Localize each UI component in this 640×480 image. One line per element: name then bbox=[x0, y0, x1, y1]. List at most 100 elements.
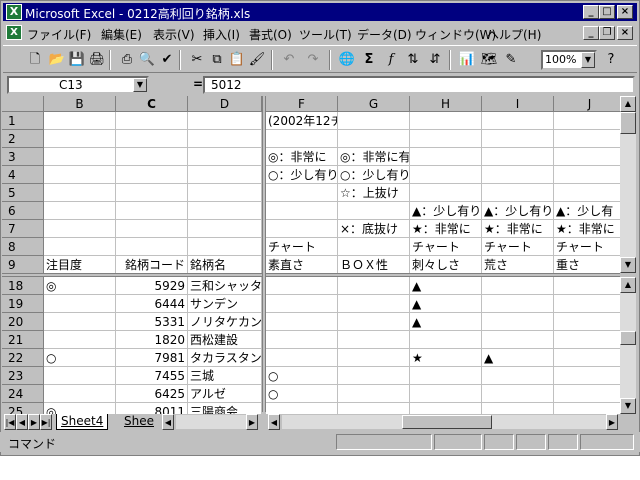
cell-f20[interactable] bbox=[266, 313, 338, 331]
cell-i22[interactable]: ▲ bbox=[482, 349, 554, 367]
scroll-down-icon[interactable]: ▼ bbox=[620, 398, 636, 414]
menu-insert[interactable]: 挿入(I) bbox=[203, 26, 240, 43]
cell-h7[interactable]: ★：非常に bbox=[410, 220, 482, 238]
cell-h21[interactable] bbox=[410, 331, 482, 349]
hscroll-right-icon[interactable]: ▶ bbox=[606, 414, 618, 430]
cell-j1[interactable] bbox=[554, 112, 620, 130]
cell-d7[interactable] bbox=[188, 220, 262, 238]
cell-b5[interactable] bbox=[44, 184, 116, 202]
cell-g22[interactable] bbox=[338, 349, 410, 367]
cell-f2[interactable] bbox=[266, 130, 338, 148]
column-header-j[interactable]: J bbox=[554, 96, 620, 112]
row-header[interactable]: 2 bbox=[2, 130, 44, 148]
cell-d19[interactable]: サンデン bbox=[188, 295, 262, 313]
chevron-down-icon[interactable]: ▼ bbox=[133, 78, 147, 92]
cell-g19[interactable] bbox=[338, 295, 410, 313]
chart-wizard-icon[interactable]: 📊 bbox=[457, 50, 477, 70]
cell-j23[interactable] bbox=[554, 367, 620, 385]
cell-d23[interactable]: 三城 bbox=[188, 367, 262, 385]
menu-help[interactable]: ヘルプ(H) bbox=[487, 26, 541, 43]
cell-i21[interactable] bbox=[482, 331, 554, 349]
cell-g1[interactable] bbox=[338, 112, 410, 130]
new-icon[interactable]: 🗋 bbox=[25, 50, 45, 70]
cell-f6[interactable] bbox=[266, 202, 338, 220]
cell-i9[interactable]: 荒さ bbox=[482, 256, 554, 273]
cell-b19[interactable] bbox=[44, 295, 116, 313]
cell-j7[interactable]: ★：非常に bbox=[554, 220, 620, 238]
cell-c6[interactable] bbox=[116, 202, 188, 220]
cell-g20[interactable] bbox=[338, 313, 410, 331]
cell-j9[interactable]: 重さ bbox=[554, 256, 620, 273]
autosum-icon[interactable]: Σ bbox=[359, 50, 379, 70]
prev-sheet-icon[interactable]: ◀ bbox=[16, 414, 28, 430]
cell-b6[interactable] bbox=[44, 202, 116, 220]
cell-j8[interactable]: チャート bbox=[554, 238, 620, 256]
cell-f1[interactable]: (2002年12チャート特性一覧表 bbox=[266, 112, 338, 130]
scroll-up-icon[interactable]: ▲ bbox=[620, 96, 636, 112]
cell-d3[interactable] bbox=[188, 148, 262, 166]
column-header-d[interactable]: D bbox=[188, 96, 262, 112]
row-header[interactable]: 21 bbox=[2, 331, 44, 349]
cell-i24[interactable] bbox=[482, 385, 554, 403]
cell-g21[interactable] bbox=[338, 331, 410, 349]
cell-j3[interactable] bbox=[554, 148, 620, 166]
document-icon[interactable]: X bbox=[6, 25, 22, 40]
sort-ascending-icon[interactable]: ⇅ bbox=[403, 50, 423, 70]
column-header-b[interactable]: B bbox=[44, 96, 116, 112]
cell-d8[interactable] bbox=[188, 238, 262, 256]
row-header[interactable]: 19 bbox=[2, 295, 44, 313]
cell-i4[interactable] bbox=[482, 166, 554, 184]
hscroll-left-icon[interactable]: ◀ bbox=[268, 414, 280, 430]
column-header-g[interactable]: G bbox=[338, 96, 410, 112]
cell-b20[interactable] bbox=[44, 313, 116, 331]
maximize-button[interactable]: □ bbox=[599, 5, 615, 19]
cell-g23[interactable] bbox=[338, 367, 410, 385]
undo-icon[interactable]: ↶ bbox=[279, 50, 299, 70]
cell-i19[interactable] bbox=[482, 295, 554, 313]
menu-data[interactable]: データ(D) bbox=[357, 26, 412, 43]
cell-c25[interactable]: 8011 bbox=[116, 403, 188, 414]
cell-i1[interactable] bbox=[482, 112, 554, 130]
row-header[interactable]: 22 bbox=[2, 349, 44, 367]
chevron-down-icon[interactable]: ▼ bbox=[581, 52, 595, 68]
paste-icon[interactable]: 📋 bbox=[227, 50, 247, 70]
cell-g9[interactable]: ＢＯＸ性 bbox=[338, 256, 410, 273]
scroll-thumb[interactable] bbox=[620, 331, 636, 345]
scroll-up-icon[interactable]: ▲ bbox=[620, 277, 636, 293]
cell-i6[interactable]: ▲：少し有り bbox=[482, 202, 554, 220]
sort-descending-icon[interactable]: ⇵ bbox=[425, 50, 445, 70]
last-sheet-icon[interactable]: ▶| bbox=[40, 414, 52, 430]
row-header[interactable]: 5 bbox=[2, 184, 44, 202]
minimize-button[interactable]: _ bbox=[583, 5, 599, 19]
cell-h5[interactable] bbox=[410, 184, 482, 202]
cell-j20[interactable] bbox=[554, 313, 620, 331]
cell-c9[interactable]: 銘柄コード bbox=[116, 256, 188, 273]
cell-h9[interactable]: 刺々しさ bbox=[410, 256, 482, 273]
vertical-scrollbar-top[interactable]: ▲ ▼ bbox=[620, 96, 636, 273]
cell-j6[interactable]: ▲：少し有 bbox=[554, 202, 620, 220]
zoom-select[interactable]: 100% ▼ bbox=[541, 50, 597, 70]
cell-i2[interactable] bbox=[482, 130, 554, 148]
tab-sheet-other[interactable]: Shee bbox=[120, 414, 158, 430]
cell-i18[interactable] bbox=[482, 277, 554, 295]
menu-view[interactable]: 表示(V) bbox=[153, 26, 195, 43]
cell-d22[interactable]: タカラスタンダード bbox=[188, 349, 262, 367]
cell-f18[interactable] bbox=[266, 277, 338, 295]
cell-c8[interactable] bbox=[116, 238, 188, 256]
cell-g3[interactable]: ◎：非常に有り bbox=[338, 148, 410, 166]
cell-b23[interactable] bbox=[44, 367, 116, 385]
cell-d4[interactable] bbox=[188, 166, 262, 184]
row-header[interactable]: 20 bbox=[2, 313, 44, 331]
cell-h18[interactable]: ▲ bbox=[410, 277, 482, 295]
cell-f19[interactable] bbox=[266, 295, 338, 313]
cell-f9[interactable]: 素直さ bbox=[266, 256, 338, 273]
print-icon[interactable]: ⎙ bbox=[117, 50, 137, 70]
cell-j24[interactable] bbox=[554, 385, 620, 403]
cell-i3[interactable] bbox=[482, 148, 554, 166]
name-box[interactable]: C13 ▼ bbox=[7, 76, 149, 94]
cell-h6[interactable]: ▲：少し有り bbox=[410, 202, 482, 220]
row-header[interactable]: 7 bbox=[2, 220, 44, 238]
cell-h24[interactable] bbox=[410, 385, 482, 403]
cell-i25[interactable] bbox=[482, 403, 554, 414]
cell-c20[interactable]: 5331 bbox=[116, 313, 188, 331]
